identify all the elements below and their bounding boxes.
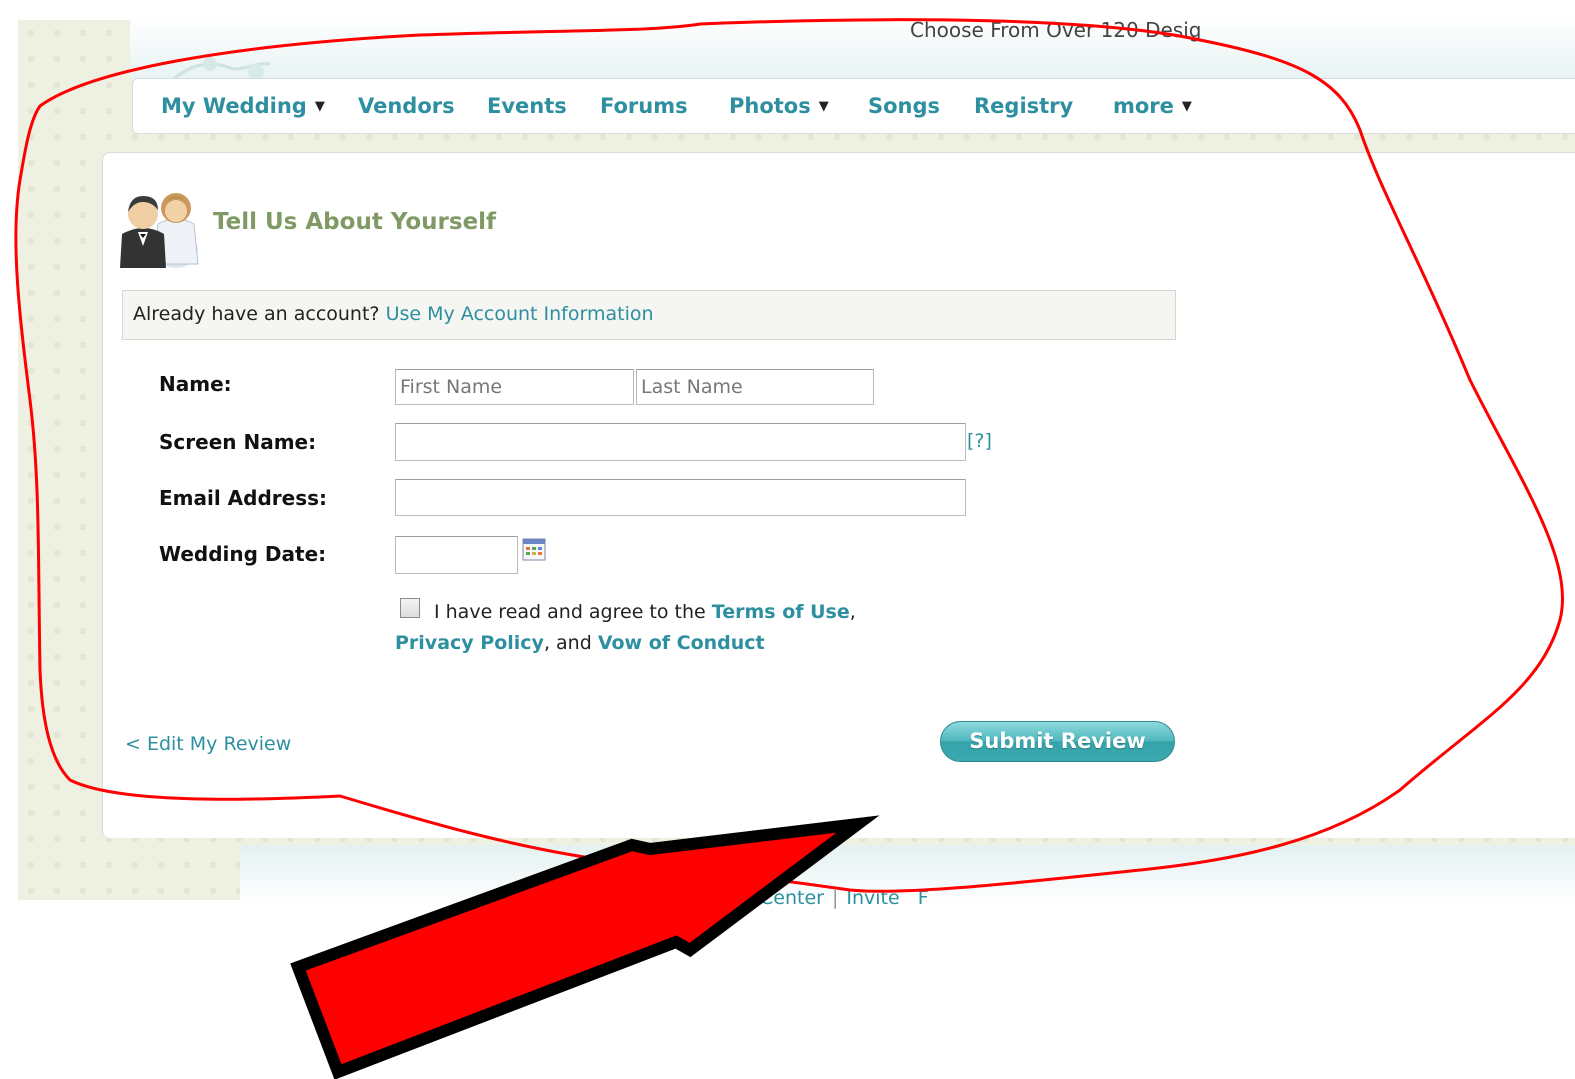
calendar-icon[interactable] [522, 537, 546, 561]
page-title: Tell Us About Yourself [213, 209, 497, 235]
agree-text: I have read and agree to the [434, 601, 706, 623]
privacy-policy-link[interactable]: Privacy Policy [395, 632, 544, 654]
header-strip [130, 18, 1575, 78]
name-label: Name: [159, 372, 232, 396]
agree-line-1: I have read and agree to the Terms of Us… [434, 601, 856, 623]
email-label: Email Address: [159, 486, 328, 510]
footer-link-partial[interactable]: F [918, 887, 929, 909]
nav-my-wedding-label: My Wedding [161, 94, 307, 118]
account-prompt: Already have an account? [133, 303, 380, 325]
wedding-date-label: Wedding Date: [159, 542, 327, 566]
vow-of-conduct-link[interactable]: Vow of Conduct [598, 632, 765, 654]
nav-songs[interactable]: Songs [868, 94, 940, 118]
edit-review-link[interactable]: < Edit My Review [125, 733, 291, 755]
submit-review-button[interactable]: Submit Review [940, 721, 1175, 762]
screen-name-input[interactable] [395, 423, 966, 461]
wedding-date-input[interactable] [395, 536, 518, 574]
screenshot: Choose From Over 120 Desig My Wedding ▼ V… [0, 0, 1575, 1079]
agree-comma: , [849, 601, 856, 623]
screen-name-label: Screen Name: [159, 430, 317, 454]
footer-link-center[interactable]: Center [760, 887, 824, 909]
existing-account-box: Already have an account? Use My Account … [122, 290, 1176, 340]
agree-checkbox[interactable] [400, 598, 420, 618]
nav-events[interactable]: Events [487, 94, 567, 118]
main-nav: My Wedding ▼ Vendors Events Forums Photos… [132, 78, 1575, 134]
agree-line-2: Privacy Policy, and Vow of Conduct [395, 632, 765, 654]
bride-groom-icon [120, 193, 199, 268]
screen-name-help-link[interactable]: [?] [967, 430, 992, 452]
use-account-link[interactable]: Use My Account Information [386, 303, 654, 325]
account-prompt-line: Already have an account? Use My Account … [133, 303, 654, 325]
nav-forums[interactable]: Forums [600, 94, 688, 118]
last-name-input[interactable] [636, 369, 874, 405]
footer-separator: | [831, 887, 839, 909]
nav-my-wedding[interactable]: My Wedding ▼ [161, 94, 325, 118]
nav-more[interactable]: more ▼ [1113, 94, 1192, 118]
nav-photos-label: Photos [729, 94, 811, 118]
first-name-input[interactable] [395, 369, 634, 405]
caret-down-icon: ▼ [818, 99, 829, 114]
header-promo-text[interactable]: Choose From Over 120 Desig [910, 18, 1201, 42]
nav-photos[interactable]: Photos ▼ [729, 94, 829, 118]
nav-registry[interactable]: Registry [974, 94, 1073, 118]
footer-links: Center | Invite F [760, 887, 929, 909]
email-input[interactable] [395, 479, 966, 516]
caret-down-icon: ▼ [314, 99, 325, 114]
terms-of-use-link[interactable]: Terms of Use [712, 601, 850, 623]
nav-more-label: more [1113, 94, 1174, 118]
agree-and-text: , and [543, 632, 592, 654]
nav-vendors[interactable]: Vendors [358, 94, 455, 118]
footer-link-invite[interactable]: Invite [846, 887, 899, 909]
caret-down-icon: ▼ [1181, 99, 1192, 114]
